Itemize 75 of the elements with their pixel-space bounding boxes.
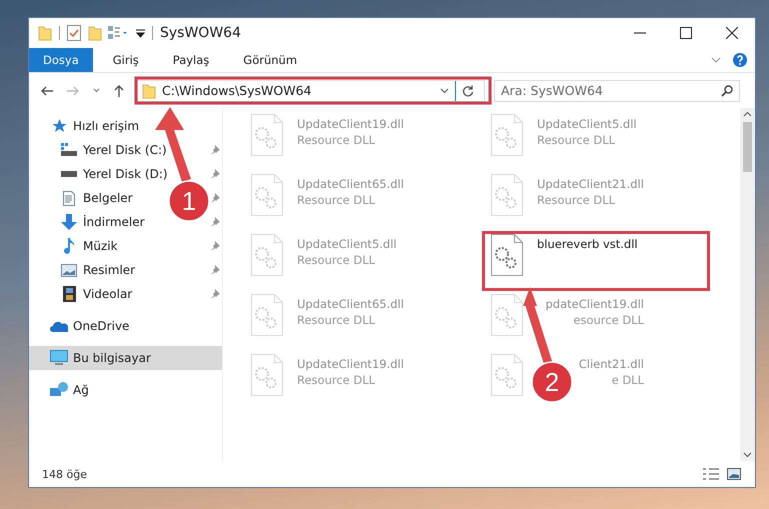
ribbon-tab[interactable]: Giriş (98, 48, 153, 72)
network-icon (50, 382, 68, 398)
pin-icon[interactable] (210, 265, 220, 275)
nav-item[interactable]: Müzik (59, 238, 118, 254)
window-title: SysWOW64 (160, 25, 241, 41)
dropdown-icon[interactable] (136, 28, 145, 38)
star-icon (52, 119, 66, 133)
scroll-thumb[interactable] (743, 122, 752, 172)
dll-file-icon (491, 354, 523, 396)
dll-file-icon (491, 294, 523, 336)
large-icons-view-icon[interactable] (727, 468, 741, 480)
file-type: Resource DLL (297, 193, 376, 207)
file-type: Resource DLL (297, 373, 376, 387)
pin-icon[interactable] (210, 217, 220, 227)
nav-item[interactable]: OneDrive (29, 314, 222, 338)
dll-file-icon (251, 354, 283, 396)
drive-icon (61, 171, 77, 177)
dll-file-icon (491, 174, 523, 216)
pin-icon[interactable] (210, 241, 220, 251)
scrollbar[interactable] (740, 108, 755, 461)
address-bar[interactable]: C:\Windows\SysWOW64 (135, 80, 485, 102)
ribbon-tab[interactable]: Paylaş (158, 48, 224, 72)
download-icon (61, 214, 77, 230)
help-icon[interactable] (733, 53, 747, 67)
nav-item[interactable]: Bu bilgisayar (29, 346, 222, 370)
nav-item[interactable]: İndirmeler (59, 214, 145, 230)
nav-item[interactable]: Yerel Disk (D:) (59, 167, 168, 181)
film-icon (62, 286, 76, 302)
drive-icon (61, 143, 77, 157)
picture-icon (61, 264, 77, 276)
properties-icon[interactable] (67, 25, 81, 41)
file-type: Resource DLL (297, 313, 376, 327)
file-type: Resource DLL (297, 253, 376, 267)
computer-icon (50, 350, 68, 366)
search-icon (721, 84, 733, 96)
callout-badge: 1 (168, 180, 210, 222)
back-arrow-icon[interactable] (41, 86, 53, 96)
file-name[interactable]: bluereverb vst.dll (537, 237, 638, 251)
dll-file-icon (251, 114, 283, 156)
dll-file-icon (491, 234, 523, 276)
file-type: Resource DLL (537, 193, 616, 207)
search-field[interactable]: Ara: SysWOW64 (494, 80, 740, 102)
file-type: Resource DLL (297, 133, 376, 147)
dll-file-icon (491, 114, 523, 156)
file-type: esource DLL (572, 313, 644, 327)
close-icon[interactable] (726, 27, 738, 39)
nav-item[interactable]: Ağ (29, 378, 222, 402)
nav-item[interactable]: Belgeler (59, 190, 133, 206)
cloud-icon (50, 320, 68, 332)
up-arrow-icon[interactable] (114, 84, 124, 96)
pin-icon[interactable] (210, 289, 220, 299)
folder-icon (142, 82, 156, 98)
document-icon (63, 190, 75, 206)
nav-item[interactable]: Videolar (59, 286, 132, 302)
refresh-icon[interactable] (462, 84, 474, 96)
file-type: e DLL (610, 373, 644, 387)
music-note-icon (63, 238, 75, 254)
view-icon[interactable] (108, 26, 128, 40)
file-type: Resource DLL (537, 133, 616, 147)
callout-badge: 2 (531, 361, 573, 403)
nav-item[interactable]: Hızlı erişim (29, 114, 222, 138)
item-count: 148 öğe (42, 468, 87, 480)
chevron-down-icon[interactable] (440, 88, 449, 94)
ribbon-tab[interactable]: Görünüm (229, 48, 312, 72)
ribbon-tab[interactable]: Dosya (29, 48, 93, 72)
chevron-down-icon[interactable] (93, 88, 100, 93)
new-folder-icon (88, 25, 102, 41)
folder-icon (38, 25, 52, 41)
dll-file-icon (251, 294, 283, 336)
maximize-icon[interactable] (680, 27, 692, 39)
details-view-icon[interactable] (703, 468, 719, 480)
nav-item[interactable]: Yerel Disk (C:) (59, 143, 167, 157)
dll-file-icon (251, 174, 283, 216)
nav-item[interactable]: Resimler (59, 263, 136, 277)
dll-file-icon (251, 234, 283, 276)
